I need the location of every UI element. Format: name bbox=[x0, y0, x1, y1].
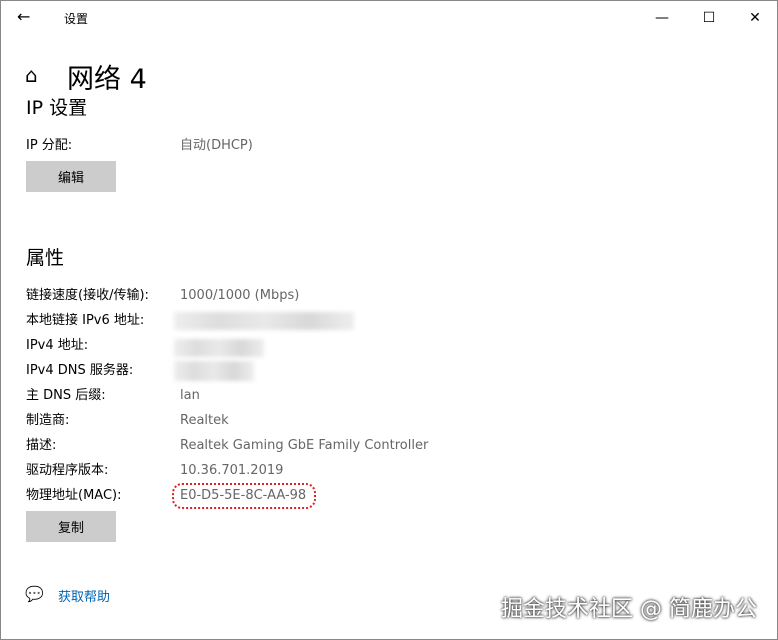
watermark: 掘金技术社区 @ 简鹿办公 bbox=[501, 597, 757, 622]
help-chat-icon: 💬 bbox=[25, 585, 44, 603]
prop-label: 链接速度(接收/传输): bbox=[26, 288, 149, 303]
copy-button[interactable]: 复制 bbox=[26, 511, 116, 542]
prop-label: IPv4 DNS 服务器: bbox=[26, 363, 134, 378]
prop-label: 描述: bbox=[26, 438, 57, 453]
prop-label: 本地链接 IPv6 地址: bbox=[26, 313, 145, 328]
minimize-button[interactable]: — bbox=[639, 5, 685, 31]
get-help-link[interactable]: 获取帮助 bbox=[58, 586, 110, 605]
redacted-value bbox=[174, 339, 264, 357]
ip-assign-value: 自动(DHCP) bbox=[180, 138, 253, 153]
window-title: 设置 bbox=[64, 12, 89, 26]
prop-label: 驱动程序版本: bbox=[26, 463, 109, 478]
prop-value: 10.36.701.2019 bbox=[180, 463, 284, 478]
title-bar: ← 设置 — ☐ ✕ bbox=[1, 1, 777, 35]
back-button[interactable]: ← bbox=[17, 7, 30, 26]
prop-value: lan bbox=[180, 388, 200, 403]
prop-value: Realtek Gaming GbE Family Controller bbox=[180, 438, 429, 453]
redacted-value bbox=[174, 312, 354, 330]
home-icon[interactable]: ⌂ bbox=[25, 63, 38, 87]
prop-label: 制造商: bbox=[26, 413, 70, 428]
ip-assign-label: IP 分配: bbox=[26, 138, 73, 153]
mac-highlight bbox=[172, 483, 316, 509]
prop-value: Realtek bbox=[180, 413, 229, 428]
page-title: 网络 4 bbox=[67, 64, 147, 95]
ip-settings-heading: IP 设置 bbox=[26, 97, 88, 119]
prop-value: 1000/1000 (Mbps) bbox=[180, 288, 300, 303]
edit-button[interactable]: 编辑 bbox=[26, 161, 116, 192]
prop-label: 主 DNS 后缀: bbox=[26, 388, 106, 403]
prop-label: IPv4 地址: bbox=[26, 338, 89, 353]
close-button[interactable]: ✕ bbox=[732, 5, 778, 31]
properties-heading: 属性 bbox=[26, 247, 65, 269]
maximize-button[interactable]: ☐ bbox=[686, 5, 732, 31]
prop-label: 物理地址(MAC): bbox=[26, 488, 122, 503]
redacted-value bbox=[174, 361, 254, 381]
settings-window: ← 设置 — ☐ ✕ ⌂ 网络 4 IP 设置 IP 分配: 自动(DHCP) … bbox=[0, 0, 778, 640]
